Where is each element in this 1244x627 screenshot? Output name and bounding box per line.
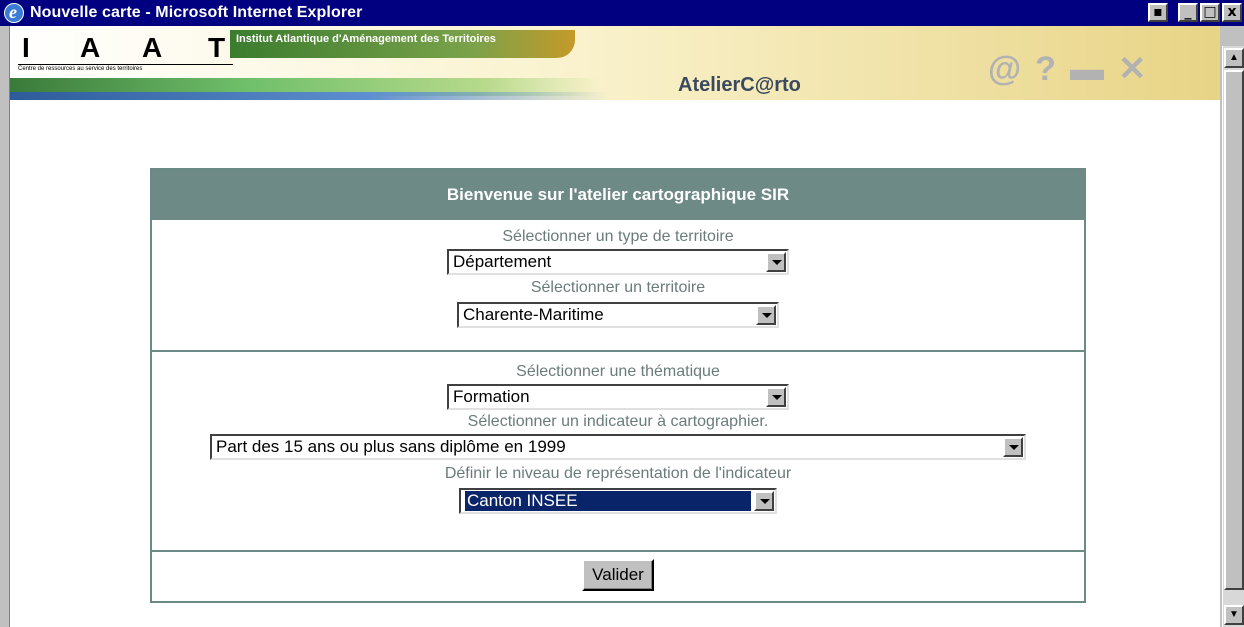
scroll-thumb[interactable] — [1224, 70, 1244, 590]
theme-select[interactable]: Formation — [447, 384, 789, 410]
maximize-button[interactable]: □ — [1200, 3, 1220, 22]
window-title: Nouvelle carte - Microsoft Internet Expl… — [30, 4, 363, 21]
toolbar-icons: @ ? ▬ ✕ — [988, 52, 1146, 86]
indicator-value: Part des 15 ans ou plus sans diplôme en … — [216, 437, 566, 456]
theme-section: Sélectionner une thématique Formation Sé… — [152, 352, 1084, 552]
system-menu-icon[interactable]: ▪ — [1148, 3, 1168, 22]
territory-select[interactable]: Charente-Maritime — [457, 302, 779, 328]
minimize-button[interactable]: _ — [1178, 3, 1198, 22]
page-content: Bienvenue sur l'atelier cartographique S… — [10, 100, 1220, 627]
window-frame-left — [0, 26, 10, 627]
banner-blue-band — [10, 92, 610, 100]
contact-icon[interactable]: @ — [988, 52, 1021, 86]
territory-type-value: Département — [453, 252, 552, 271]
level-select[interactable]: Canton INSEE — [459, 488, 777, 514]
chevron-down-icon[interactable] — [754, 491, 774, 511]
indicator-label: Sélectionner un indicateur à cartographi… — [467, 413, 769, 430]
close-icon[interactable]: ✕ — [1118, 52, 1147, 86]
level-label: Définir le niveau de représentation de l… — [444, 465, 792, 482]
iaat-logo[interactable]: I A A T Centre de ressources au service … — [18, 34, 233, 74]
window-controls: ▪ _ □ x — [1148, 3, 1242, 22]
logo-letter: A — [80, 32, 101, 63]
level-value: Canton INSEE — [464, 490, 752, 512]
ie-icon — [4, 2, 24, 23]
territory-section: Sélectionner un type de territoire Dépar… — [152, 220, 1084, 352]
window-titlebar: Nouvelle carte - Microsoft Internet Expl… — [0, 0, 1244, 26]
chevron-down-icon[interactable] — [1003, 437, 1023, 457]
logo-letter: A — [142, 32, 163, 63]
scroll-down-button[interactable]: ▼ — [1224, 605, 1244, 625]
territory-label: Sélectionner un territoire — [530, 279, 706, 296]
vertical-scrollbar[interactable]: ▲ ▼ — [1222, 46, 1244, 627]
logo-subtitle: Centre de ressources au service des terr… — [18, 64, 233, 74]
site-banner: I A A T Centre de ressources au service … — [10, 26, 1220, 100]
territory-value: Charente-Maritime — [463, 305, 604, 324]
institut-title: Institut Atlantique d'Aménagement des Te… — [230, 30, 575, 58]
theme-label: Sélectionner une thématique — [516, 363, 720, 380]
territory-type-select[interactable]: Département — [447, 249, 789, 275]
form-panel: Bienvenue sur l'atelier cartographique S… — [150, 168, 1086, 603]
scroll-up-button[interactable]: ▲ — [1224, 48, 1244, 68]
logo-letter: I — [22, 32, 30, 63]
chevron-down-icon[interactable] — [766, 387, 786, 407]
help-icon[interactable]: ? — [1035, 52, 1056, 86]
logo-letter: T — [208, 32, 226, 63]
indicator-select[interactable]: Part des 15 ans ou plus sans diplôme en … — [210, 434, 1026, 460]
territory-type-label: Sélectionner un type de territoire — [502, 228, 734, 245]
theme-value: Formation — [453, 387, 530, 406]
chevron-down-icon[interactable] — [756, 305, 776, 325]
app-name: AtelierC@rto — [678, 74, 801, 96]
chevron-down-icon[interactable] — [766, 252, 786, 272]
form-header: Bienvenue sur l'atelier cartographique S… — [152, 170, 1084, 220]
print-icon[interactable]: ▬ — [1070, 52, 1104, 86]
validate-button[interactable]: Valider — [582, 559, 654, 591]
submit-section: Valider — [152, 552, 1084, 601]
close-button[interactable]: x — [1222, 3, 1242, 22]
